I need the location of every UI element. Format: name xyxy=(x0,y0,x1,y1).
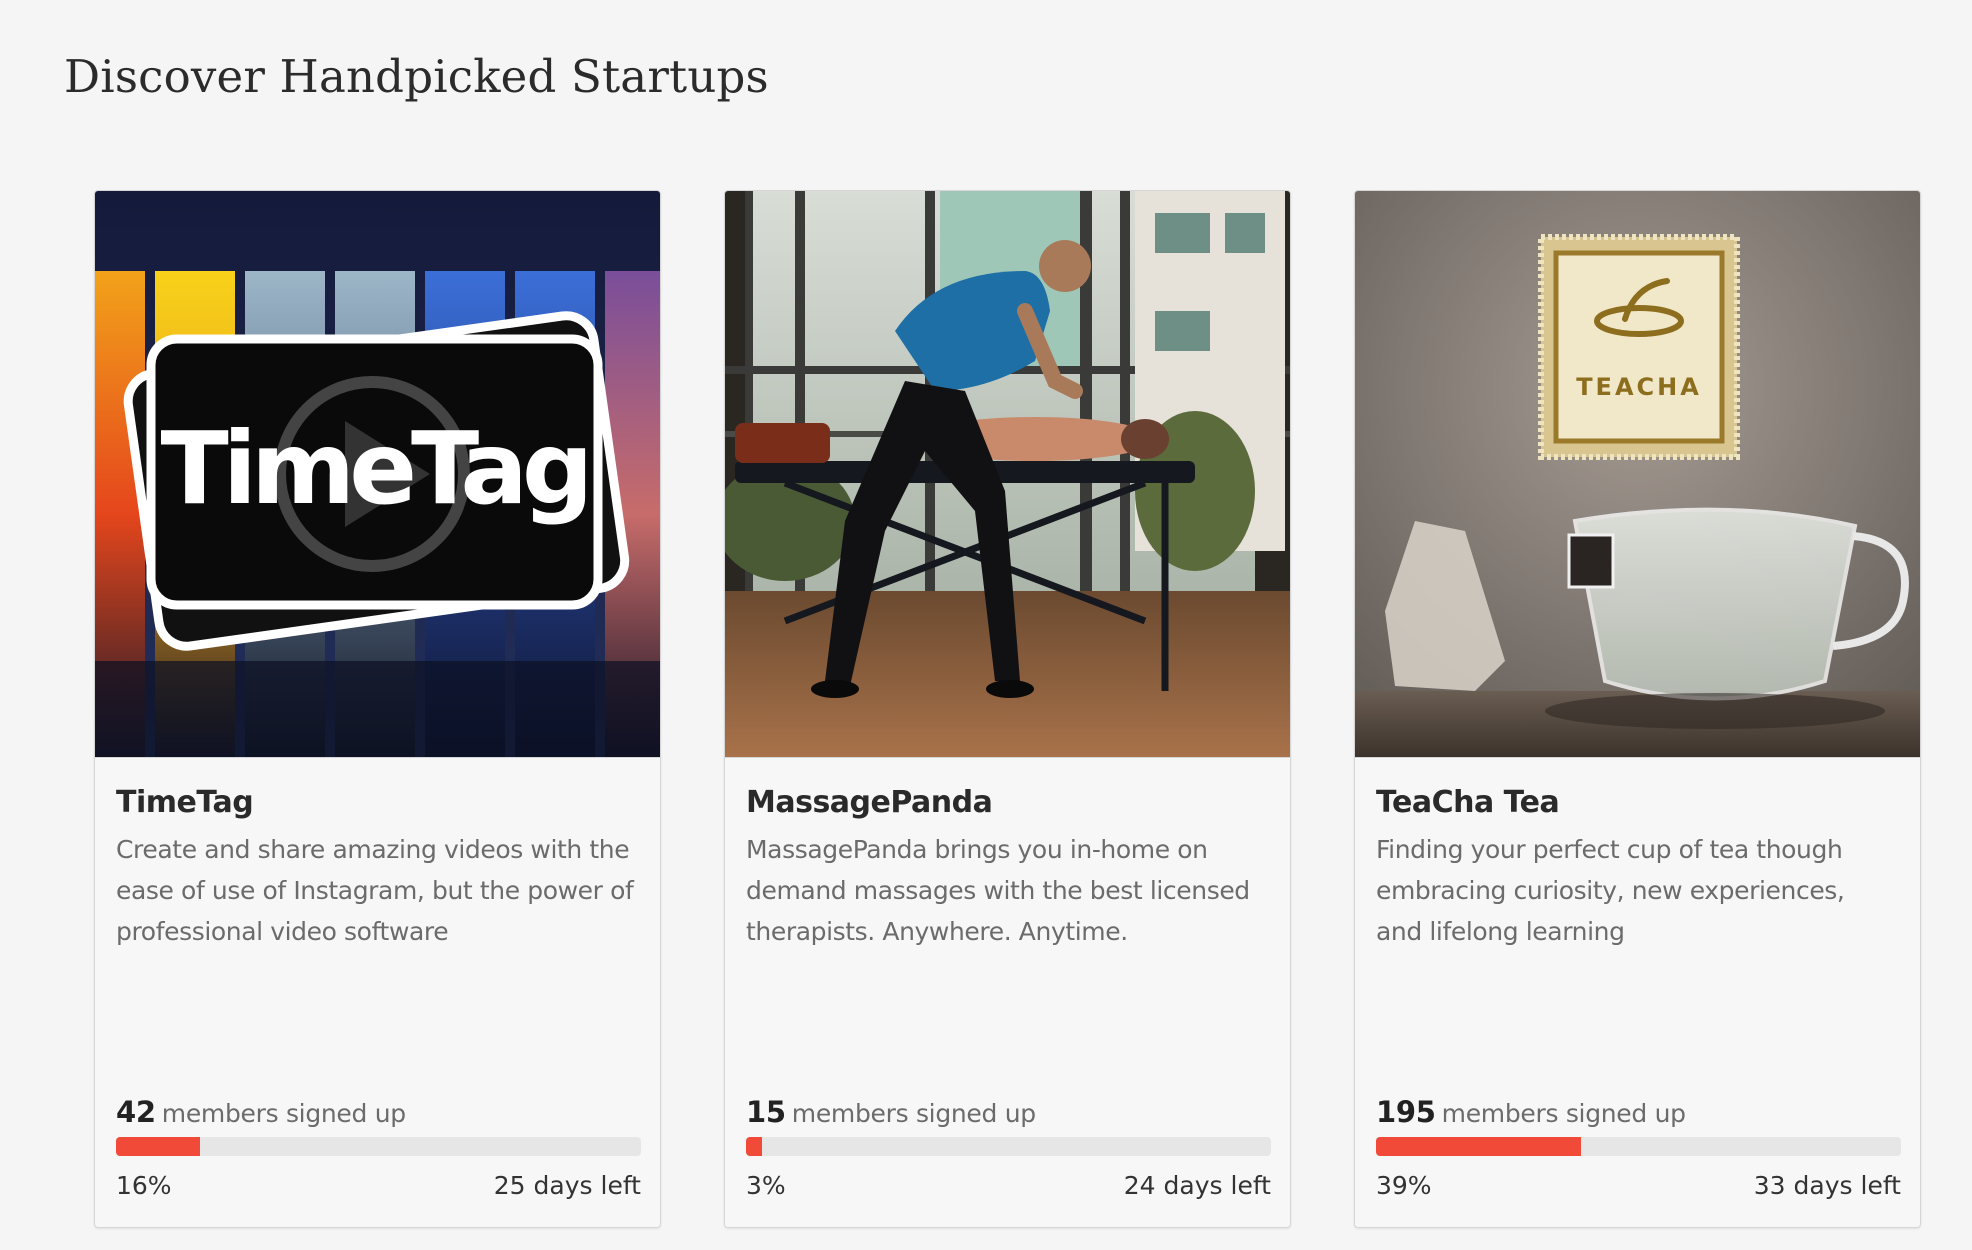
members-signed-up: 42 members signed up xyxy=(116,1095,406,1129)
members-count: 195 xyxy=(1376,1095,1436,1129)
percent-funded: 39% xyxy=(1376,1171,1432,1200)
members-signed-up: 195 members signed up xyxy=(1376,1095,1686,1129)
card-title[interactable]: TimeTag xyxy=(116,785,254,820)
percent-funded: 16% xyxy=(116,1171,172,1200)
progress-bar xyxy=(746,1137,1271,1156)
members-count: 42 xyxy=(116,1095,156,1129)
startup-card-timetag[interactable]: TimeTag TimeTag Create and share amazing… xyxy=(94,190,661,1228)
members-label: members signed up xyxy=(791,1099,1036,1128)
card-description: Create and share amazing videos with the… xyxy=(116,835,634,946)
startup-card-teacha-tea[interactable]: TEACHA TeaCha Tea Finding your perfect c… xyxy=(1354,190,1921,1228)
members-count: 15 xyxy=(746,1095,786,1129)
card-description: MassagePanda brings you in-home on deman… xyxy=(746,835,1250,946)
percent-funded: 3% xyxy=(746,1171,786,1200)
startup-card-massagepanda[interactable]: MassagePanda MassagePanda brings you in-… xyxy=(724,190,1291,1228)
progress-bar xyxy=(1376,1137,1901,1156)
days-left: 25 days left xyxy=(493,1171,641,1200)
timetag-logo-text: TimeTag xyxy=(161,410,588,527)
teacha-tea-photo-icon: TEACHA xyxy=(1355,191,1920,757)
startup-image-massagepanda[interactable] xyxy=(725,191,1290,758)
progress-bar xyxy=(116,1137,641,1156)
days-left: 24 days left xyxy=(1123,1171,1271,1200)
card-description: Finding your perfect cup of tea though e… xyxy=(1376,835,1845,946)
members-signed-up: 15 members signed up xyxy=(746,1095,1036,1129)
progress-fill xyxy=(1376,1137,1581,1156)
teacha-logo-text: TEACHA xyxy=(1576,373,1702,401)
days-left: 33 days left xyxy=(1753,1171,1901,1200)
startup-image-timetag[interactable]: TimeTag xyxy=(95,191,660,758)
members-label: members signed up xyxy=(161,1099,406,1128)
card-title[interactable]: MassagePanda xyxy=(746,785,993,820)
timetag-logo-icon: TimeTag xyxy=(95,191,660,757)
progress-fill xyxy=(116,1137,200,1156)
card-title[interactable]: TeaCha Tea xyxy=(1376,785,1560,820)
page-title: Discover Handpicked Startups xyxy=(64,50,769,103)
members-label: members signed up xyxy=(1441,1099,1686,1128)
startup-image-teacha-tea[interactable]: TEACHA xyxy=(1355,191,1920,758)
massage-photo-icon xyxy=(725,191,1290,757)
progress-fill xyxy=(746,1137,762,1156)
